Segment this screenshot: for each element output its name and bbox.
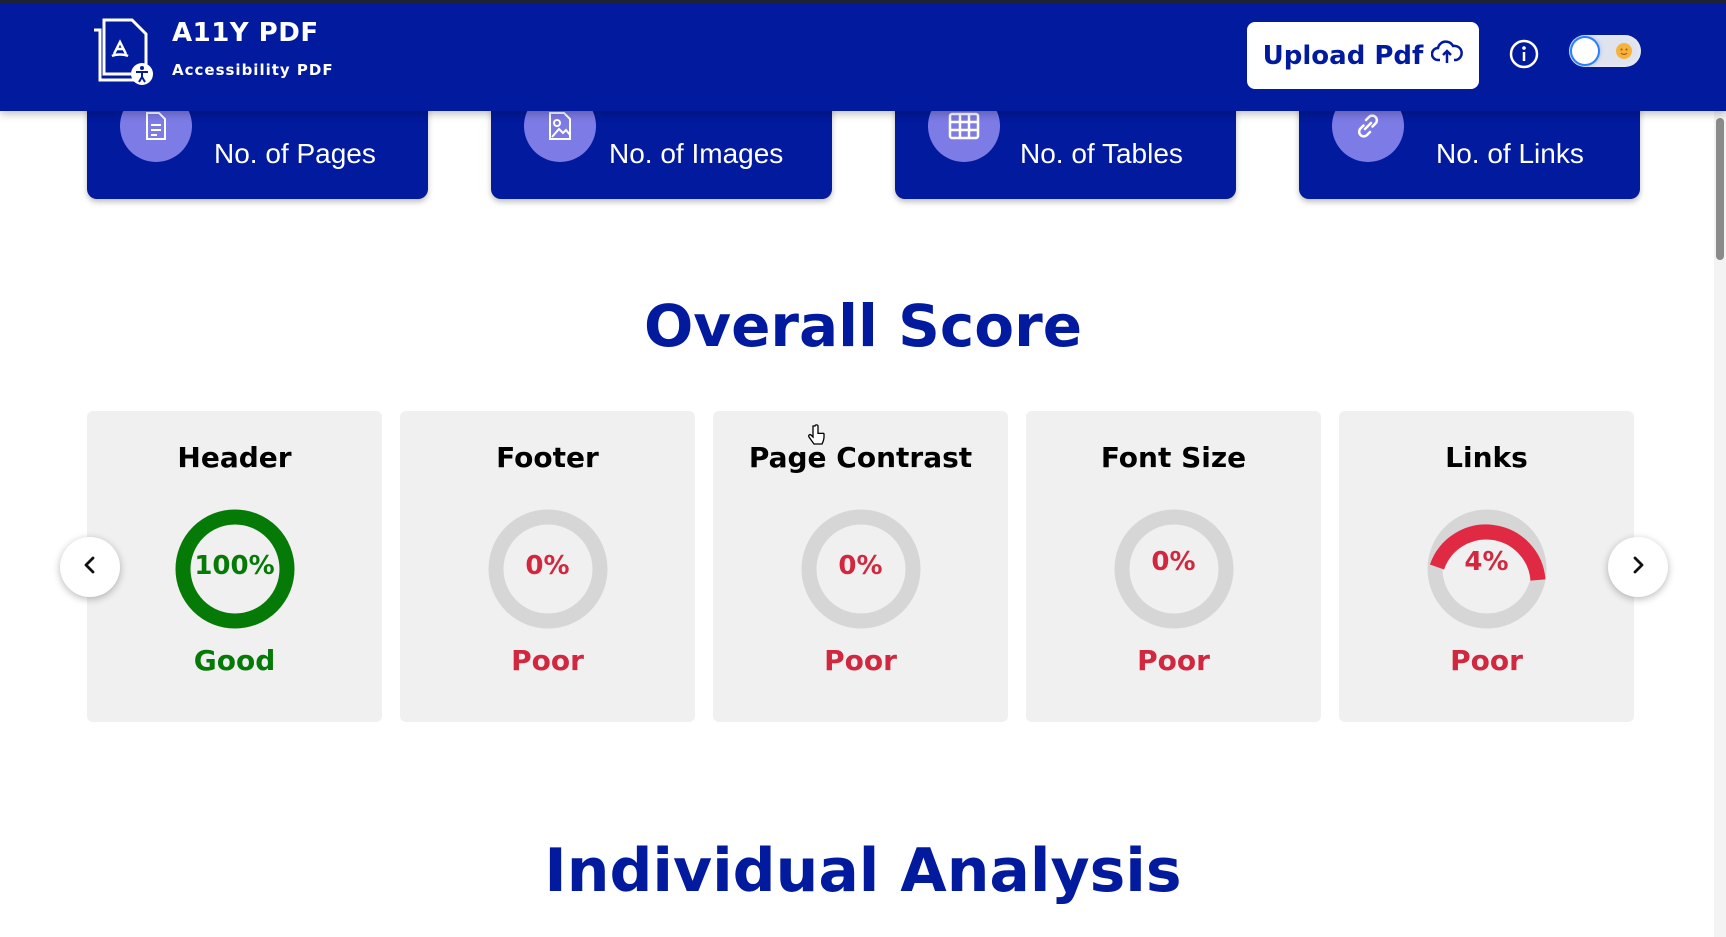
carousel-prev-button[interactable] [60, 537, 120, 597]
info-icon[interactable] [1508, 38, 1540, 70]
score-title: Font Size [1100, 441, 1247, 474]
score-title: Links [1445, 441, 1528, 474]
top-navbar: A11Y PDF Accessibility PDF Upload Pdf [0, 0, 1726, 111]
score-percent: 0% [838, 551, 883, 581]
score-status: Poor [824, 644, 897, 677]
stat-label-images: No. of Images [609, 138, 784, 169]
upload-pdf-button[interactable]: Upload Pdf [1247, 22, 1479, 89]
score-card-page-contrast: Page Contrast 0% Poor [713, 411, 1008, 722]
pdf-accessibility-logo-icon[interactable] [90, 18, 154, 86]
chevron-left-icon [80, 555, 100, 579]
individual-analysis-heading: Individual Analysis [544, 836, 1182, 906]
score-title: Header [177, 441, 292, 474]
chevron-right-icon [1628, 555, 1648, 579]
score-card-footer: Footer 0% Poor [400, 411, 695, 722]
score-percent: 0% [525, 551, 570, 581]
stat-label-links: No. of Links [1436, 138, 1584, 169]
brand-title: A11Y PDF [172, 18, 319, 48]
sun-icon [1613, 40, 1635, 62]
overall-score-heading: Overall Score [643, 292, 1083, 360]
score-status: Poor [1450, 644, 1523, 677]
score-status: Poor [1137, 644, 1210, 677]
score-title: Footer [496, 441, 599, 474]
score-percent: 100% [194, 551, 275, 581]
carousel-next-button[interactable] [1608, 537, 1668, 597]
score-status: Good [193, 644, 276, 677]
score-percent: 0% [1151, 547, 1196, 577]
scrollbar-thumb[interactable] [1716, 118, 1724, 260]
score-card-header: Header 100% Good [87, 411, 382, 722]
stat-label-pages: No. of Pages [214, 138, 376, 169]
score-status: Poor [511, 644, 584, 677]
upload-pdf-label: Upload Pdf [1262, 40, 1424, 71]
score-percent: 4% [1464, 547, 1509, 577]
score-card-font-size: Font Size 0% Poor [1026, 411, 1321, 722]
top-border [0, 0, 1726, 3]
brand-subtitle: Accessibility PDF [172, 61, 334, 79]
score-card-links: Links 4% Poor [1339, 411, 1634, 722]
score-title: Page Contrast [748, 441, 973, 474]
stat-label-tables: No. of Tables [1020, 138, 1183, 169]
cloud-upload-icon [1431, 39, 1464, 72]
hand-cursor-icon [806, 424, 826, 448]
theme-toggle[interactable] [1569, 35, 1641, 67]
toggle-knob [1572, 38, 1598, 64]
